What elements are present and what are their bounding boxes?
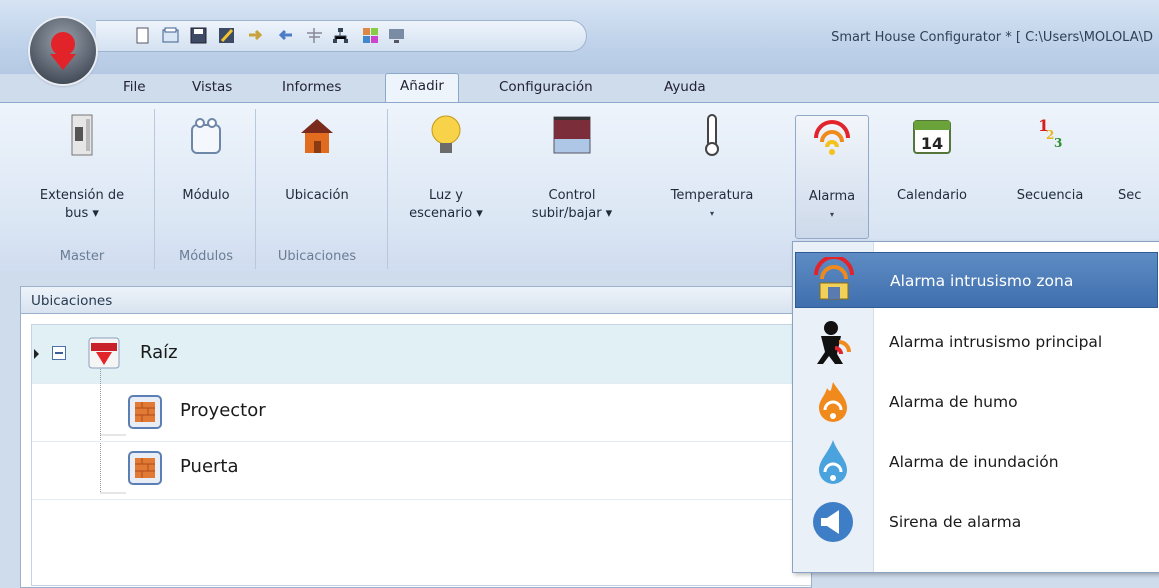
thermometer-icon [705,114,719,156]
monitor-icon[interactable] [388,27,405,44]
import-icon[interactable] [248,27,265,44]
tree-row-proyector[interactable]: Proyector [32,383,811,442]
smoke-alarm-icon [819,382,847,422]
module-button[interactable]: Módulo [160,103,252,243]
open-icon[interactable] [162,27,179,44]
panel-title: Ubicaciones [20,286,810,314]
colors-icon[interactable] [362,27,379,44]
location-brick-icon [128,395,162,429]
ribbon-separator [255,109,256,269]
tree-label-root: Raíz [140,342,178,363]
location-tree: Raíz Proyector Puerta [31,324,811,586]
ribbon-separator [387,109,388,269]
save-as-icon[interactable] [218,27,235,44]
menu-item-alarm-siren[interactable]: Sirena de alarma [795,494,1158,550]
calendar-icon: 14 [913,120,951,154]
zone-intrusion-alarm-icon [814,257,854,300]
tab-anadir[interactable]: Añadir [385,73,459,103]
menu-item-main-intrusion-alarm[interactable]: Alarma intrusismo principal [795,314,1158,370]
temperature-button[interactable]: Temperatura ▾ [642,103,782,243]
alarm-dropdown-menu: Alarma intrusismo zona Alarma intrusismo… [792,241,1159,573]
new-file-icon[interactable] [134,27,151,44]
ribbon-separator [154,109,155,269]
module-icon [191,118,221,154]
export-icon[interactable] [276,27,293,44]
quick-access-toolbar [96,20,587,52]
tree-row-puerta[interactable]: Puerta [32,441,811,500]
bus-extension-icon [71,114,93,156]
blind-icon [553,116,591,154]
location-button[interactable]: Ubicación [258,103,376,243]
lightbulb-icon [431,115,461,153]
location-brick-icon [128,451,162,485]
group-label-modulos: Módulos [179,249,233,264]
tree-label-puerta: Puerta [180,456,239,477]
menu-item-flood-alarm[interactable]: Alarma de inundación [795,434,1158,490]
application-menu-button[interactable] [30,18,96,84]
flood-alarm-icon [819,440,847,484]
siren-icon [813,502,853,542]
light-scene-button[interactable]: Luz y escenario ▾ [390,103,502,243]
group-label-ubicaciones: Ubicaciones [277,249,357,264]
calendar-day: 14 [921,134,943,153]
menu-item-smoke-alarm[interactable]: Alarma de humo [795,374,1158,430]
tab-configuracion[interactable]: Configuración [485,75,607,101]
tree-structure-icon[interactable] [332,27,349,44]
blind-control-button[interactable]: Control subir/bajar ▾ [510,103,634,243]
tree-label-proyector: Proyector [180,400,266,421]
sequence-icon: 123 [1038,116,1062,150]
tab-informes[interactable]: Informes [268,75,355,101]
row-selector-icon [34,349,39,359]
carlo-gavazzi-logo-icon [88,337,120,369]
partial-ribbon-button[interactable]: Sec [1112,103,1159,243]
alarm-icon [814,120,850,155]
save-icon[interactable] [190,27,207,44]
group-label-master: Master [59,249,105,264]
house-icon [301,119,333,153]
svg-text:3: 3 [1054,136,1062,150]
tab-vistas[interactable]: Vistas [178,75,246,101]
menu-item-zone-intrusion-alarm[interactable]: Alarma intrusismo zona [795,252,1158,308]
network-icon[interactable] [306,27,323,44]
window-title: Smart House Configurator * [ C:\Users\MO… [831,30,1153,45]
bus-extension-button[interactable]: Extensión de bus ▾ [18,103,146,243]
collapse-icon[interactable] [52,346,66,360]
tab-ayuda[interactable]: Ayuda [650,75,720,101]
calendar-button[interactable]: 14 Calendario [872,103,992,243]
sequence-button[interactable]: 123 Secuencia [1000,103,1100,243]
alarm-button[interactable]: Alarma ▾ [795,115,869,239]
tree-row-root[interactable]: Raíz [32,325,811,384]
main-intrusion-alarm-icon [817,321,851,364]
tab-file[interactable]: File [109,75,160,101]
